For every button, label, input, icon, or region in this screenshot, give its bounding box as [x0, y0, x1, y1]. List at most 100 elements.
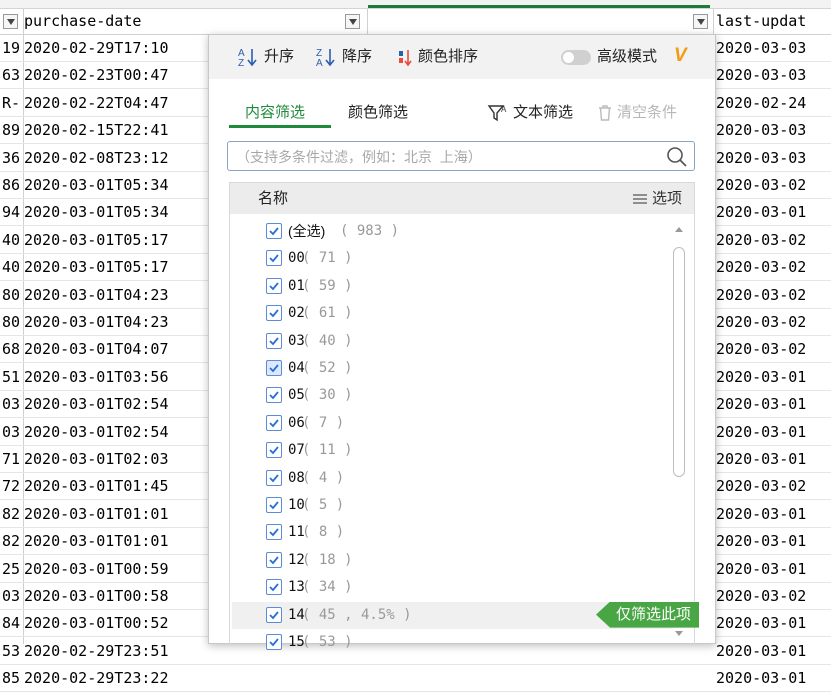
table-cell[interactable]: 25	[2, 556, 24, 582]
scroll-up-arrow-icon[interactable]	[675, 227, 683, 232]
table-cell[interactable]: 2020-03-01T01:01	[24, 501, 209, 527]
tab-content-filter[interactable]: 内容筛选	[245, 101, 305, 122]
list-item[interactable]: 01( 59 )	[266, 273, 656, 300]
table-cell[interactable]: 2020-03-01T01:01	[24, 528, 209, 554]
checkbox[interactable]	[266, 606, 282, 623]
table-cell[interactable]: 2020-03-01T02:03	[24, 446, 209, 472]
table-cell[interactable]: 2020-03-01T01:45	[24, 473, 209, 499]
table-cell[interactable]: 82	[2, 501, 24, 527]
checkbox[interactable]	[266, 223, 282, 239]
table-cell[interactable]: 2020-02-24	[716, 90, 831, 116]
list-item[interactable]: (全选) ( 983 )	[266, 218, 656, 245]
table-cell[interactable]: 40	[2, 254, 24, 280]
table-cell[interactable]: 2020-03-01T00:52	[24, 610, 209, 636]
table-cell[interactable]: 03	[2, 391, 24, 417]
checkbox[interactable]	[266, 497, 282, 513]
list-item[interactable]: 06( 7 )	[266, 410, 656, 437]
options-button[interactable]: 选项	[632, 183, 682, 214]
scroll-down-arrow-icon[interactable]	[675, 631, 683, 636]
checkbox[interactable]	[266, 634, 282, 650]
table-cell[interactable]: 2020-02-08T23:12	[24, 145, 209, 171]
table-cell[interactable]: 94	[2, 199, 24, 225]
table-cell[interactable]: 2020-03-01T04:23	[24, 309, 209, 335]
list-item[interactable]: 15( 53 )	[266, 629, 656, 656]
filter-search-input[interactable]	[234, 145, 658, 169]
table-cell[interactable]: 2020-03-02	[716, 282, 831, 308]
table-cell[interactable]: 2020-03-02	[716, 227, 831, 253]
search-icon[interactable]	[666, 146, 688, 168]
checkbox[interactable]	[266, 305, 282, 322]
table-cell[interactable]: 2020-03-02	[716, 309, 831, 335]
list-item[interactable]: 11( 8 )	[266, 519, 656, 546]
table-cell[interactable]: 53	[2, 638, 24, 664]
table-cell[interactable]: R-	[2, 90, 24, 116]
list-item[interactable]: 03( 40 )	[266, 328, 656, 355]
checkbox[interactable]	[266, 387, 282, 404]
table-cell[interactable]: 68	[2, 336, 24, 362]
filter-dropdown-col-c[interactable]	[345, 14, 360, 29]
table-cell[interactable]: 03	[2, 583, 24, 609]
text-filter-button[interactable]: A 文本筛选	[487, 101, 573, 123]
sort-ascending-button[interactable]: A Z 升序	[237, 47, 294, 67]
table-cell[interactable]: 2020-02-15T22:41	[24, 117, 209, 143]
clear-conditions-button[interactable]: 清空条件	[597, 101, 677, 122]
table-cell[interactable]: 63	[2, 62, 24, 88]
table-cell[interactable]: 2020-03-03	[716, 35, 831, 61]
table-cell[interactable]: 2020-03-03	[716, 145, 831, 171]
table-cell[interactable]: 2020-03-01	[716, 364, 831, 390]
table-cell[interactable]: 2020-02-29T23:51	[24, 638, 209, 664]
checkbox[interactable]	[266, 442, 282, 459]
checkbox[interactable]	[266, 277, 282, 294]
table-cell[interactable]: 2020-03-02	[716, 172, 831, 198]
table-cell[interactable]: 71	[2, 446, 24, 472]
table-cell[interactable]: 2020-03-01	[716, 665, 831, 691]
table-cell[interactable]: 2020-03-01T05:17	[24, 227, 209, 253]
sort-descending-button[interactable]: Z A 降序	[315, 47, 372, 67]
table-cell[interactable]: 2020-03-01T05:17	[24, 254, 209, 280]
tab-color-filter[interactable]: 颜色筛选	[348, 101, 408, 122]
table-cell[interactable]: 2020-03-01T02:54	[24, 419, 209, 445]
checkbox[interactable]	[266, 414, 282, 431]
value-list-scrollbar[interactable]	[670, 217, 690, 646]
table-cell[interactable]: 2020-03-01T04:07	[24, 336, 209, 362]
table-cell[interactable]: 2020-03-01T03:56	[24, 364, 209, 390]
checkbox[interactable]	[266, 250, 282, 267]
table-cell[interactable]: 2020-03-01T00:58	[24, 583, 209, 609]
table-cell[interactable]: 85	[2, 665, 24, 691]
list-item[interactable]: 08( 4 )	[266, 465, 656, 492]
table-cell[interactable]: 2020-02-22T04:47	[24, 90, 209, 116]
table-cell[interactable]: 2020-03-02	[716, 473, 831, 499]
table-cell[interactable]: 2020-03-01T04:23	[24, 282, 209, 308]
table-cell[interactable]: 40	[2, 227, 24, 253]
list-item[interactable]: 14( 45 , 4.5% ) 仅筛选此项	[266, 601, 700, 629]
table-cell[interactable]: 2020-02-29T17:10	[24, 35, 209, 61]
scrollbar-thumb[interactable]	[673, 247, 685, 477]
table-cell[interactable]: 51	[2, 364, 24, 390]
table-cell[interactable]: 2020-03-01	[716, 391, 831, 417]
list-item[interactable]: 04( 52 )	[266, 355, 656, 382]
list-item[interactable]: 00( 71 )	[266, 245, 656, 272]
checkbox[interactable]	[266, 332, 282, 349]
table-cell[interactable]: 2020-03-01	[716, 419, 831, 445]
table-cell[interactable]: 72	[2, 473, 24, 499]
table-cell[interactable]: 2020-03-01	[716, 446, 831, 472]
checkbox[interactable]	[266, 579, 282, 596]
table-cell[interactable]: 86	[2, 172, 24, 198]
table-cell[interactable]: 19	[2, 35, 24, 61]
table-cell[interactable]: 2020-03-02	[716, 583, 831, 609]
table-cell[interactable]: 82	[2, 528, 24, 554]
table-cell[interactable]: 80	[2, 282, 24, 308]
table-cell[interactable]: 80	[2, 309, 24, 335]
sort-by-color-button[interactable]: 颜色排序	[397, 47, 478, 67]
list-item[interactable]: 10( 5 )	[266, 492, 656, 519]
table-cell[interactable]: 2020-03-01	[716, 556, 831, 582]
table-cell[interactable]: 2020-03-01	[716, 501, 831, 527]
table-cell[interactable]: 2020-03-01	[716, 199, 831, 225]
filter-dropdown-col-a[interactable]	[3, 14, 18, 29]
list-item[interactable]: 05( 30 )	[266, 382, 656, 409]
table-cell[interactable]: 2020-03-01T05:34	[24, 199, 209, 225]
table-cell[interactable]: 2020-03-03	[716, 62, 831, 88]
table-cell[interactable]: 2020-03-01T05:34	[24, 172, 209, 198]
table-cell[interactable]: 2020-03-02	[716, 336, 831, 362]
advanced-mode-toggle[interactable]	[561, 50, 591, 65]
